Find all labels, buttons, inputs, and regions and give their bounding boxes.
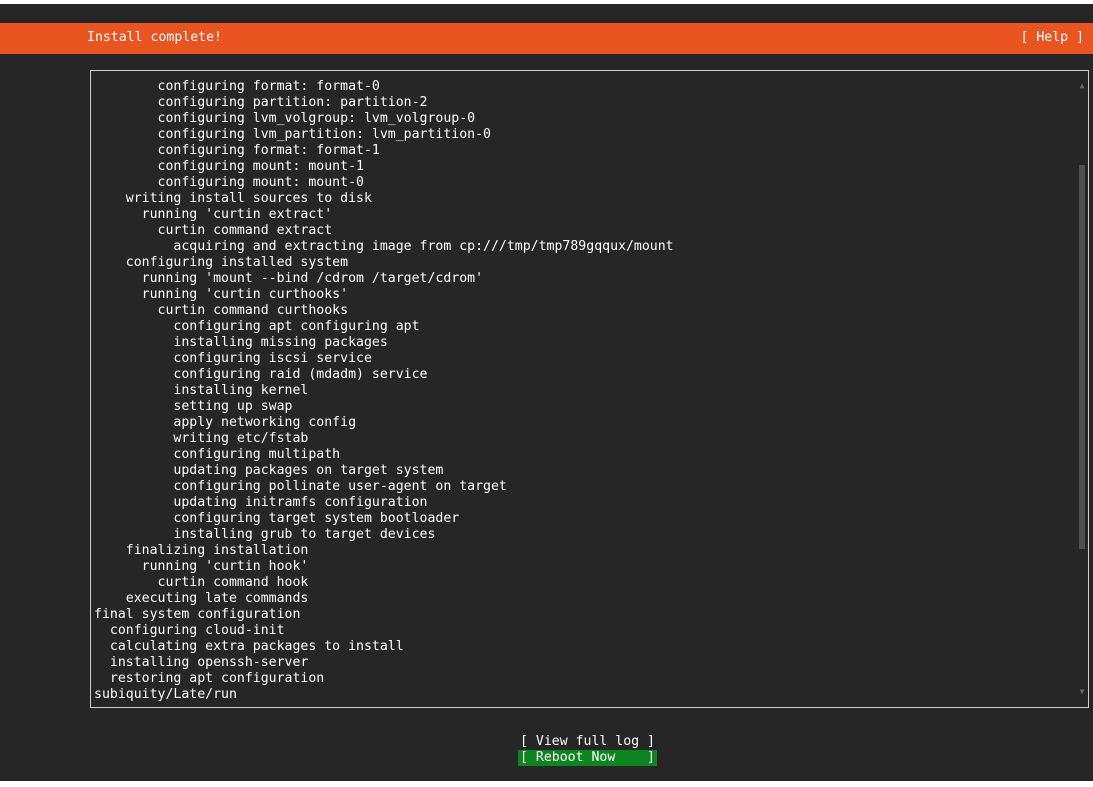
- log-line: executing late commands: [94, 591, 309, 606]
- view-full-log-button[interactable]: [ View full log ]: [518, 734, 657, 750]
- log-line: configuring format: format-0: [94, 79, 380, 94]
- log-line: running 'curtin extract': [94, 207, 333, 222]
- log-lines: configuring format: format-0 configuring…: [94, 79, 674, 703]
- log-line: configuring mount: mount-0: [94, 175, 364, 190]
- help-button[interactable]: [ Help ]: [1020, 30, 1084, 46]
- log-line: configuring installed system: [94, 255, 349, 270]
- log-line: writing install sources to disk: [94, 191, 372, 206]
- log-line: curtin command extract: [94, 223, 333, 238]
- log-scrollbar[interactable]: ▲ ▼: [1078, 81, 1086, 697]
- page-title: Install complete!: [87, 30, 222, 45]
- log-line: apply networking config: [94, 415, 357, 430]
- log-line: configuring apt configuring apt: [94, 319, 420, 334]
- log-line: configuring target system bootloader: [94, 511, 460, 526]
- log-line: configuring multipath: [94, 447, 341, 462]
- log-line: configuring iscsi service: [94, 351, 372, 366]
- scrollbar-thumb[interactable]: [1079, 165, 1085, 550]
- log-line: configuring mount: mount-1: [94, 159, 364, 174]
- install-log-panel[interactable]: configuring format: format-0 configuring…: [90, 70, 1089, 708]
- log-line: configuring lvm_volgroup: lvm_volgroup-0: [94, 111, 476, 126]
- log-line: installing grub to target devices: [94, 527, 436, 542]
- scroll-down-icon[interactable]: ▼: [1078, 687, 1086, 697]
- log-line: restoring apt configuration: [94, 671, 325, 686]
- log-line: final system configuration: [94, 607, 301, 622]
- log-line: acquiring and extracting image from cp:/…: [94, 239, 674, 254]
- log-line: curtin command curthooks: [94, 303, 349, 318]
- log-line: running 'mount --bind /cdrom /target/cdr…: [94, 271, 484, 286]
- log-line: configuring raid (mdadm) service: [94, 367, 428, 382]
- log-line: configuring cloud-init: [94, 623, 285, 638]
- log-line: updating initramfs configuration: [94, 495, 428, 510]
- log-line: finalizing installation: [94, 543, 309, 558]
- log-line: running 'curtin curthooks': [94, 287, 349, 302]
- reboot-now-button[interactable]: [ Reboot Now ]: [518, 750, 657, 766]
- action-buttons: [ View full log ] [ Reboot Now ]: [518, 734, 657, 766]
- log-line: subiquity/Late/run: [94, 687, 237, 702]
- log-line: installing kernel: [94, 383, 309, 398]
- log-line: configuring lvm_partition: lvm_partition…: [94, 127, 491, 142]
- scroll-up-icon[interactable]: ▲: [1078, 81, 1086, 91]
- log-line: curtin command hook: [94, 575, 309, 590]
- log-line: installing openssh-server: [94, 655, 309, 670]
- header-bar: Install complete! [ Help ]: [0, 23, 1093, 54]
- log-line: configuring partition: partition-2: [94, 95, 428, 110]
- log-line: calculating extra packages to install: [94, 639, 404, 654]
- log-line: updating packages on target system: [94, 463, 444, 478]
- log-line: running 'curtin hook': [94, 559, 309, 574]
- log-line: configuring format: format-1: [94, 143, 380, 158]
- log-line: installing missing packages: [94, 335, 388, 350]
- installer-screen: Install complete! [ Help ] configuring f…: [0, 4, 1093, 781]
- log-line: writing etc/fstab: [94, 431, 309, 446]
- log-line: configuring pollinate user-agent on targ…: [94, 479, 507, 494]
- log-line: setting up swap: [94, 399, 293, 414]
